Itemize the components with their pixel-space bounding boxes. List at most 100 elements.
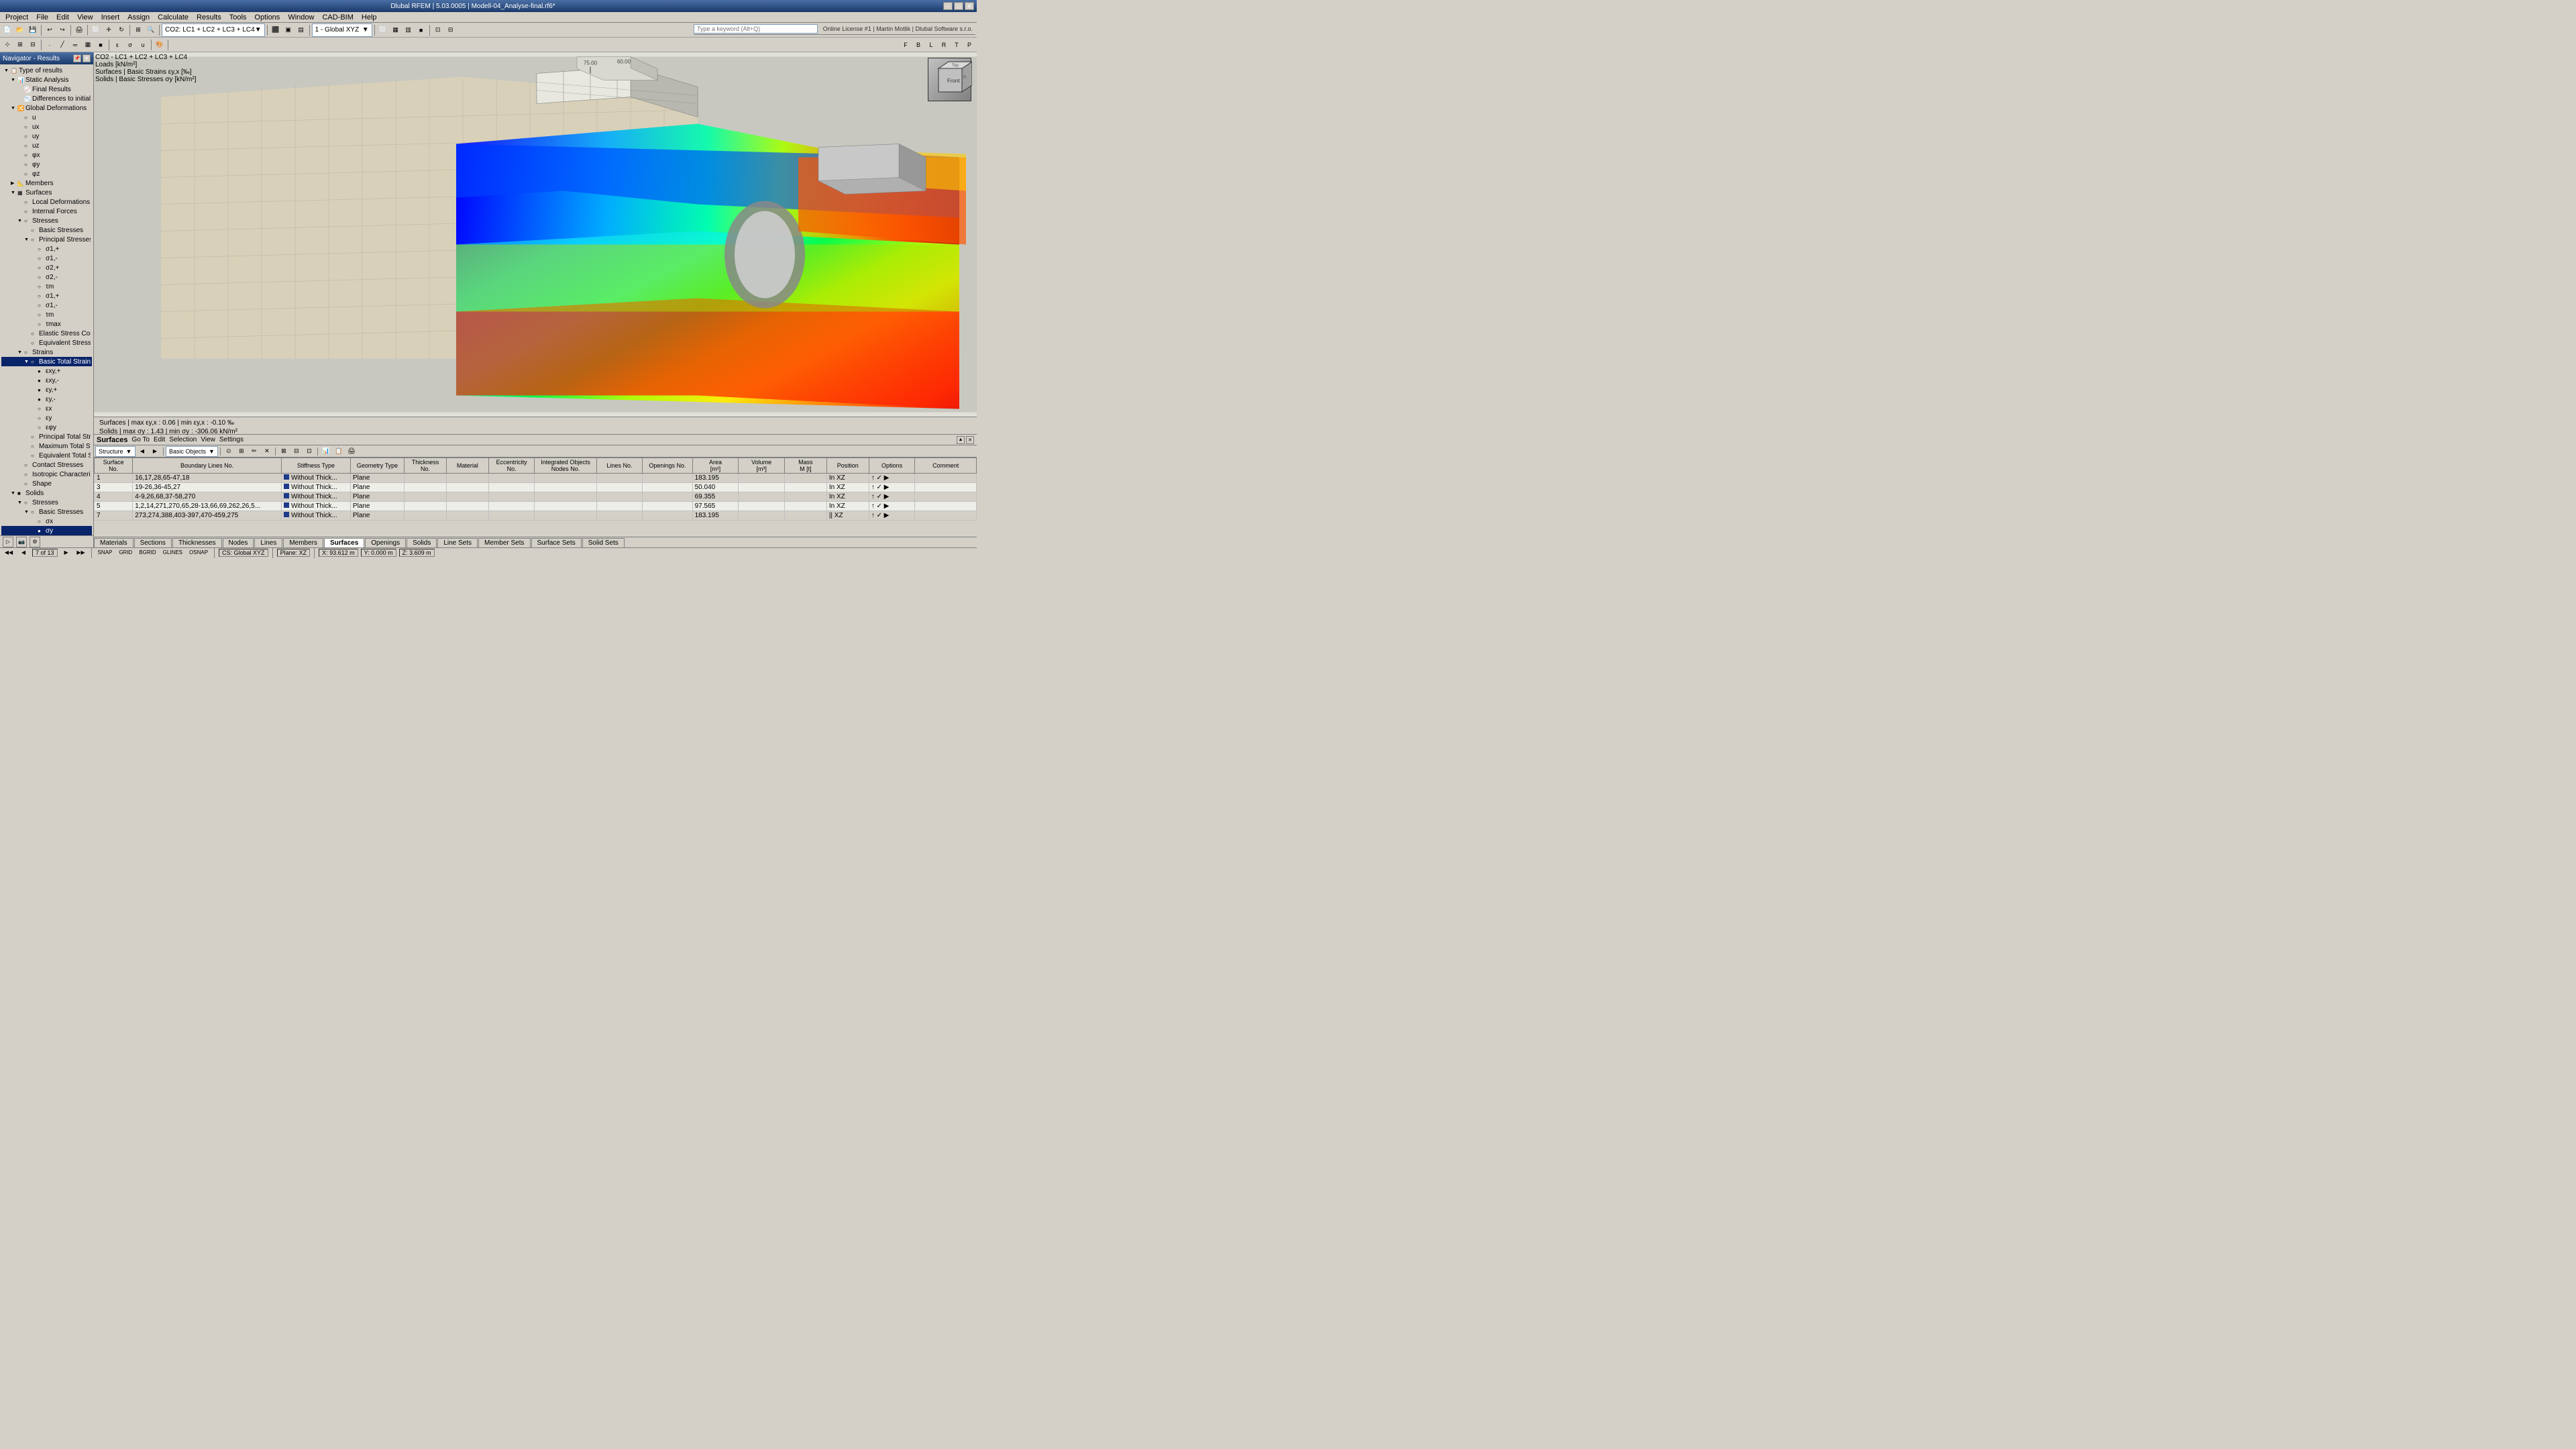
- col-volume[interactable]: Volume[m³]: [739, 458, 785, 474]
- tree-basic-stresses[interactable]: ○ Basic Stresses: [1, 225, 92, 235]
- tree-s1p[interactable]: ○ σ1,+: [1, 244, 92, 254]
- tree-stresses[interactable]: ▼ ○ Stresses: [1, 216, 92, 225]
- col-openings[interactable]: Openings No.: [643, 458, 692, 474]
- col-int-nodes[interactable]: Integrated ObjectsNodes No.: [535, 458, 596, 474]
- col-material[interactable]: Material: [446, 458, 488, 474]
- minimize-button[interactable]: –: [943, 2, 953, 10]
- surf-next-btn[interactable]: ▶: [149, 446, 161, 457]
- close-button[interactable]: ✕: [965, 2, 974, 10]
- table-row[interactable]: 319-26,36-45,27Without Thick...Plane50.0…: [95, 483, 977, 492]
- menu-options[interactable]: Options: [250, 13, 284, 22]
- tab-solids[interactable]: Solids: [407, 538, 437, 547]
- tab-sections[interactable]: Sections: [134, 538, 172, 547]
- tree-max-total-strains[interactable]: ○ Maximum Total Strains: [1, 441, 92, 451]
- settings-menu[interactable]: Settings: [219, 436, 244, 443]
- tree-epy[interactable]: ○ εφy: [1, 423, 92, 432]
- view-btn-1[interactable]: ⬛: [270, 23, 282, 37]
- save-button[interactable]: 💾: [27, 23, 39, 37]
- tree-s2p[interactable]: ○ σ2,+: [1, 263, 92, 272]
- render-btn-3[interactable]: ▥: [402, 23, 415, 37]
- tree-solids-basic-stresses[interactable]: ▼ ○ Basic Stresses: [1, 507, 92, 517]
- tree-ex[interactable]: ○ εx: [1, 404, 92, 413]
- tree-qy[interactable]: ○ φy: [1, 160, 92, 169]
- glines-toggle[interactable]: GLINES: [161, 549, 184, 557]
- tree-local-def[interactable]: ○ Local Deformations: [1, 197, 92, 207]
- tree-eyp[interactable]: ● εy,+: [1, 385, 92, 394]
- view3d-back[interactable]: B: [912, 38, 924, 52]
- table-row[interactable]: 51,2,14,271,270,65,28-13,66,69,262,26,5.…: [95, 502, 977, 511]
- tab-surfaces[interactable]: Surfaces: [324, 538, 364, 547]
- view3d-right[interactable]: R: [938, 38, 950, 52]
- view-menu[interactable]: View: [201, 436, 215, 443]
- tree-final-results[interactable]: 📈 Final Results: [1, 85, 92, 94]
- col-surface-no[interactable]: SurfaceNo.: [95, 458, 133, 474]
- tree-qx[interactable]: ○ φx: [1, 150, 92, 160]
- surf-export-1[interactable]: 📊: [320, 446, 332, 457]
- col-area[interactable]: Area[m²]: [692, 458, 739, 474]
- view-btn-2[interactable]: ▣: [282, 23, 294, 37]
- tree-qz[interactable]: ○ φz: [1, 169, 92, 178]
- tree-equivalent[interactable]: ○ Equivalent Stresses: [1, 338, 92, 347]
- tab-openings[interactable]: Openings: [365, 538, 406, 547]
- surfaces-table-container[interactable]: SurfaceNo. Boundary Lines No. Stiffness …: [94, 458, 977, 537]
- page-back[interactable]: ◀: [17, 549, 30, 557]
- surf-export-3[interactable]: 🖨: [345, 446, 358, 457]
- tree-eym[interactable]: ● εy,-: [1, 394, 92, 404]
- goto-menu[interactable]: Go To: [131, 436, 150, 443]
- tree-st1m[interactable]: ○ σ1,-: [1, 301, 92, 310]
- page-prev[interactable]: ◀◀: [3, 549, 15, 557]
- menu-insert[interactable]: Insert: [97, 13, 124, 22]
- maximize-button[interactable]: □: [954, 2, 963, 10]
- tree-sx[interactable]: ○ σx: [1, 517, 92, 526]
- col-position[interactable]: Position: [826, 458, 869, 474]
- table-row[interactable]: 116,17,28,65-47,18Without Thick...Plane1…: [95, 474, 977, 483]
- ortho-btn[interactable]: ⊟: [27, 38, 39, 52]
- tree-members[interactable]: ▶ 📐 Members: [1, 178, 92, 188]
- menu-results[interactable]: Results: [193, 13, 225, 22]
- osnap-toggle[interactable]: OSNAP: [187, 549, 210, 557]
- open-button[interactable]: 📂: [14, 23, 26, 37]
- col-eccentricity[interactable]: EccentricityNo.: [488, 458, 535, 474]
- tree-s2m[interactable]: ○ σ2,-: [1, 272, 92, 282]
- display-btn-1[interactable]: ⊡: [432, 23, 444, 37]
- viewport[interactable]: CO2 - LC1 + LC2 + LC3 + LC4 Loads [kN/m²…: [94, 52, 977, 417]
- col-thickness[interactable]: ThicknessNo.: [405, 458, 447, 474]
- zoom-all-button[interactable]: ⊞: [132, 23, 144, 37]
- menu-project[interactable]: Project: [1, 13, 32, 22]
- basic-objects-dropdown[interactable]: Basic Objects ▼: [166, 446, 218, 457]
- col-options[interactable]: Options: [869, 458, 915, 474]
- nav-camera-btn[interactable]: 📷: [16, 537, 27, 547]
- search-input[interactable]: [694, 24, 818, 34]
- col-mass[interactable]: MassM [t]: [784, 458, 826, 474]
- tree-uz[interactable]: ○ uz: [1, 141, 92, 150]
- grid-toggle[interactable]: GRID: [117, 549, 134, 557]
- tree-exym[interactable]: ● εxy,-: [1, 376, 92, 385]
- tree-isotropic[interactable]: ○ Isotropic Characteristics: [1, 470, 92, 479]
- navigation-cube[interactable]: Front R Top: [928, 58, 971, 101]
- surf-export-2[interactable]: 📋: [333, 446, 345, 457]
- panel-expand[interactable]: ▲: [957, 436, 965, 444]
- tree-strains[interactable]: ▼ ○ Strains: [1, 347, 92, 357]
- table-row[interactable]: 7273,274,388,403-397,470-459,275Without …: [95, 511, 977, 521]
- render-btn-4[interactable]: ■: [415, 23, 427, 37]
- grid-btn[interactable]: ⊞: [14, 38, 26, 52]
- col-stiffness-type[interactable]: Stiffness Type: [281, 458, 350, 474]
- member-btn[interactable]: ═: [69, 38, 81, 52]
- surf-filter-2[interactable]: ⊟: [290, 446, 303, 457]
- tree-internal-forces[interactable]: ○ Internal Forces: [1, 207, 92, 216]
- tree-tmaxv[interactable]: ○ τmax: [1, 319, 92, 329]
- tree-principal-total-strains[interactable]: ○ Principal Total Strains: [1, 432, 92, 441]
- select-button[interactable]: ⬜: [90, 23, 102, 37]
- menu-cadbim[interactable]: CAD-BIM: [318, 13, 357, 22]
- nav-close-button[interactable]: ✕: [83, 54, 91, 62]
- surf-icon-1[interactable]: ⊙: [223, 446, 235, 457]
- tree-basic-total-strains[interactable]: ▼ ○ Basic Total Strains: [1, 357, 92, 366]
- new-button[interactable]: 📄: [1, 23, 13, 37]
- render-btn-1[interactable]: ⬜: [377, 23, 389, 37]
- tab-member-sets[interactable]: Member Sets: [478, 538, 530, 547]
- tree-u[interactable]: ○ u: [1, 113, 92, 122]
- render-btn-2[interactable]: ▦: [390, 23, 402, 37]
- tree-elastic-stress[interactable]: ○ Elastic Stress Components: [1, 329, 92, 338]
- tree-type-of-results[interactable]: ▼ 📋 Type of results: [1, 66, 92, 75]
- solid-btn[interactable]: ■: [95, 38, 107, 52]
